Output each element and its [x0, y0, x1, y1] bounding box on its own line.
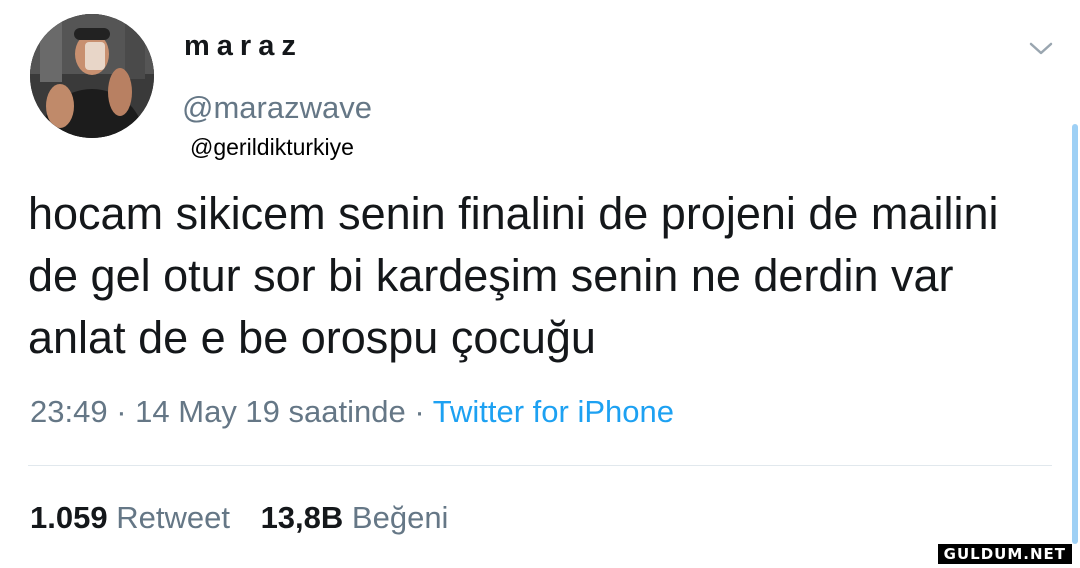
tweet-date[interactable]: 14 May 19 saatinde — [135, 394, 406, 429]
like-stat[interactable]: 13,8B Beğeni — [261, 500, 449, 535]
like-label: Beğeni — [351, 500, 449, 535]
retweet-stat[interactable]: 1.059 Retweet — [30, 500, 239, 535]
meta-separator: · — [116, 394, 127, 429]
divider — [28, 465, 1052, 466]
retweet-count: 1.059 — [30, 500, 108, 535]
watermark-handle: @gerildikturkiye — [190, 134, 354, 160]
chevron-down-icon[interactable] — [1026, 36, 1056, 60]
display-name[interactable]: maraz — [184, 30, 303, 63]
avatar[interactable] — [30, 14, 154, 138]
tweet-stats: 1.059 Retweet 13,8B Beğeni — [30, 500, 448, 536]
meta-separator: · — [414, 394, 425, 429]
tweet-text: hocam sikicem senin finalini de projeni … — [28, 188, 999, 363]
avatar-photo — [30, 14, 154, 138]
like-count: 13,8B — [260, 500, 344, 535]
user-handle[interactable]: @marazwave — [182, 90, 372, 126]
tweet-meta: 23:49 · 14 May 19 saatinde · Twitter for… — [30, 394, 674, 430]
tweet-time[interactable]: 23:49 — [30, 394, 108, 429]
scrollbar[interactable] — [1072, 124, 1078, 544]
retweet-label: Retweet — [116, 500, 230, 535]
site-watermark: GULDUM.NET — [937, 544, 1072, 564]
tweet-source-link[interactable]: Twitter for iPhone — [433, 394, 674, 429]
